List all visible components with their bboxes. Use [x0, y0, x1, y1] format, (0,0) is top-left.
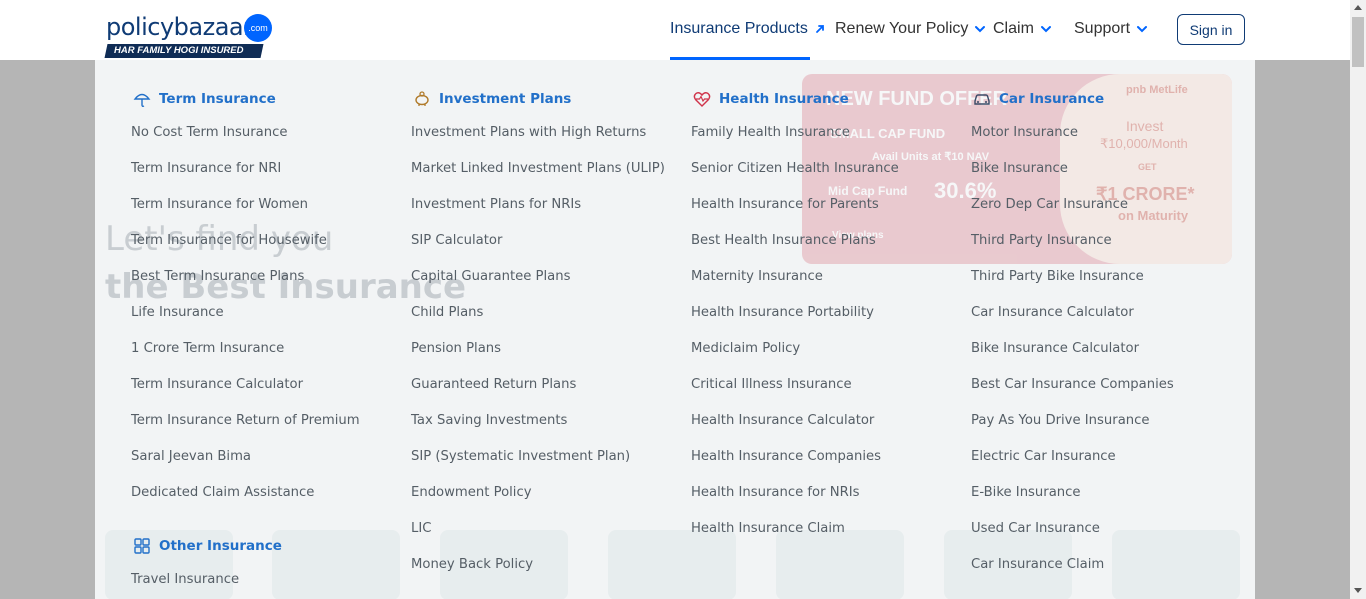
menu-link[interactable]: Bike Insurance Calculator: [971, 339, 1241, 375]
menu-link[interactable]: LIC: [411, 519, 681, 555]
menu-link[interactable]: Bike Insurance: [971, 159, 1241, 195]
menu-heading-label: Health Insurance: [719, 91, 849, 107]
logo-wordmark: policybazaar: [106, 13, 253, 41]
menu-link[interactable]: Investment Plans for NRIs: [411, 195, 681, 231]
menu-links-term-insurance: No Cost Term Insurance Term Insurance fo…: [131, 123, 401, 519]
nav-support[interactable]: Support: [1074, 19, 1148, 39]
scroll-down-arrow-icon[interactable]: [1354, 588, 1362, 593]
menu-link[interactable]: SIP Calculator: [411, 231, 681, 267]
nav-claim[interactable]: Claim: [993, 19, 1052, 39]
site-header: policybazaar .com HAR FAMILY HOGI INSURE…: [0, 0, 1350, 60]
menu-link[interactable]: Health Insurance Portability: [691, 303, 961, 339]
menu-link[interactable]: Term Insurance for Women: [131, 195, 401, 231]
chevron-down-icon: [975, 26, 986, 33]
menu-heading-health-insurance[interactable]: Health Insurance: [693, 88, 961, 110]
menu-link[interactable]: No Cost Term Insurance: [131, 123, 401, 159]
menu-link[interactable]: Car Insurance Claim: [971, 555, 1241, 591]
piggy-bank-icon: [413, 90, 431, 108]
menu-link[interactable]: Market Linked Investment Plans (ULIP): [411, 159, 681, 195]
car-icon: [973, 90, 991, 108]
menu-link[interactable]: Pay As You Drive Insurance: [971, 411, 1241, 447]
menu-link[interactable]: Health Insurance Calculator: [691, 411, 961, 447]
menu-link[interactable]: Dedicated Claim Assistance: [131, 483, 401, 519]
menu-heading-label: Other Insurance: [159, 538, 282, 554]
menu-link[interactable]: Third Party Bike Insurance: [971, 267, 1241, 303]
heart-pulse-icon: [693, 90, 711, 108]
menu-heading-label: Car Insurance: [999, 91, 1105, 107]
nav-insurance-products[interactable]: Insurance Products: [670, 19, 826, 39]
menu-link[interactable]: Term Insurance for Housewife: [131, 231, 401, 267]
menu-link[interactable]: Health Insurance for NRIs: [691, 483, 961, 519]
menu-link[interactable]: Health Insurance Claim: [691, 519, 961, 555]
menu-link[interactable]: Term Insurance for NRI: [131, 159, 401, 195]
nav-active-indicator: [670, 57, 810, 60]
menu-link[interactable]: Capital Guarantee Plans: [411, 267, 681, 303]
menu-heading-car-insurance[interactable]: Car Insurance: [973, 88, 1241, 110]
menu-link[interactable]: Electric Car Insurance: [971, 447, 1241, 483]
menu-link[interactable]: Critical Illness Insurance: [691, 375, 961, 411]
menu-link[interactable]: Endowment Policy: [411, 483, 681, 519]
menu-link[interactable]: Used Car Insurance: [971, 519, 1241, 555]
menu-link[interactable]: Investment Plans with High Returns: [411, 123, 681, 159]
menu-column-investment-plans: Investment Plans Investment Plans with H…: [411, 88, 681, 591]
logo-com-badge: .com: [244, 14, 272, 42]
menu-link[interactable]: Zero Dep Car Insurance: [971, 195, 1241, 231]
insurance-products-menu: NEW FUND OFFER SMALL CAP FUND Avail Unit…: [95, 60, 1255, 599]
scrollbar-thumb[interactable]: [1352, 17, 1364, 67]
menu-link[interactable]: Best Term Insurance Plans: [131, 267, 401, 303]
menu-link[interactable]: Health Insurance Companies: [691, 447, 961, 483]
menu-link[interactable]: Term Insurance Return of Premium: [131, 411, 401, 447]
menu-link[interactable]: SIP (Systematic Investment Plan): [411, 447, 681, 483]
umbrella-icon: [133, 90, 151, 108]
nav-renew-policy-label: Renew Your Policy: [835, 20, 969, 37]
menu-heading-label: Investment Plans: [439, 91, 572, 107]
menu-link[interactable]: Money Back Policy: [411, 555, 681, 591]
menu-link[interactable]: E-Bike Insurance: [971, 483, 1241, 519]
chevron-down-icon: [1137, 26, 1148, 33]
menu-link[interactable]: 1 Crore Term Insurance: [131, 339, 401, 375]
menu-link[interactable]: Car Insurance Calculator: [971, 303, 1241, 339]
menu-link[interactable]: Family Health Insurance: [691, 123, 961, 159]
menu-links-other-insurance: Travel Insurance: [131, 570, 401, 599]
menu-links-car-insurance: Motor Insurance Bike Insurance Zero Dep …: [971, 123, 1241, 591]
menu-link[interactable]: Guaranteed Return Plans: [411, 375, 681, 411]
menu-link[interactable]: Senior Citizen Health Insurance: [691, 159, 961, 195]
nav-renew-policy[interactable]: Renew Your Policy: [835, 19, 986, 39]
menu-link[interactable]: Third Party Insurance: [971, 231, 1241, 267]
sign-in-button[interactable]: Sign in: [1177, 14, 1245, 45]
vertical-scrollbar[interactable]: [1350, 0, 1366, 599]
grid-icon: [133, 537, 151, 555]
menu-column-health-insurance: Health Insurance Family Health Insurance…: [691, 88, 961, 555]
menu-link[interactable]: Child Plans: [411, 303, 681, 339]
menu-link[interactable]: Life Insurance: [131, 303, 401, 339]
nav-insurance-products-label: Insurance Products: [670, 20, 808, 37]
menu-heading-term-insurance[interactable]: Term Insurance: [133, 88, 401, 110]
menu-link[interactable]: Term Insurance Calculator: [131, 375, 401, 411]
nav-support-label: Support: [1074, 20, 1131, 37]
logo-tagline-text: HAR FAMILY HOGI INSURED: [114, 45, 244, 56]
menu-link[interactable]: Best Health Insurance Plans: [691, 231, 961, 267]
menu-links-investment-plans: Investment Plans with High Returns Marke…: [411, 123, 681, 591]
menu-heading-label: Term Insurance: [159, 91, 276, 107]
menu-links-health-insurance: Family Health Insurance Senior Citizen H…: [691, 123, 961, 555]
policybazaar-logo[interactable]: policybazaar .com HAR FAMILY HOGI INSURE…: [104, 12, 278, 60]
menu-link[interactable]: Pension Plans: [411, 339, 681, 375]
logo-tagline: HAR FAMILY HOGI INSURED: [104, 44, 264, 58]
menu-heading-investment-plans[interactable]: Investment Plans: [413, 88, 681, 110]
chevron-down-icon: [1040, 26, 1051, 33]
menu-column-term-insurance: Term Insurance No Cost Term Insurance Te…: [131, 88, 401, 599]
menu-link[interactable]: Mediclaim Policy: [691, 339, 961, 375]
menu-link[interactable]: Maternity Insurance: [691, 267, 961, 303]
menu-link[interactable]: Motor Insurance: [971, 123, 1241, 159]
scroll-up-arrow-icon[interactable]: [1354, 5, 1362, 10]
menu-link[interactable]: Travel Insurance: [131, 570, 401, 599]
menu-link[interactable]: Health Insurance for Parents: [691, 195, 961, 231]
menu-link[interactable]: Saral Jeevan Bima: [131, 447, 401, 483]
menu-heading-other-insurance[interactable]: Other Insurance: [133, 535, 401, 557]
nav-claim-label: Claim: [993, 20, 1034, 37]
menu-column-car-insurance: Car Insurance Motor Insurance Bike Insur…: [971, 88, 1241, 591]
menu-link[interactable]: Best Car Insurance Companies: [971, 375, 1241, 411]
menu-link[interactable]: Tax Saving Investments: [411, 411, 681, 447]
arrow-up-right-icon: [815, 25, 824, 33]
